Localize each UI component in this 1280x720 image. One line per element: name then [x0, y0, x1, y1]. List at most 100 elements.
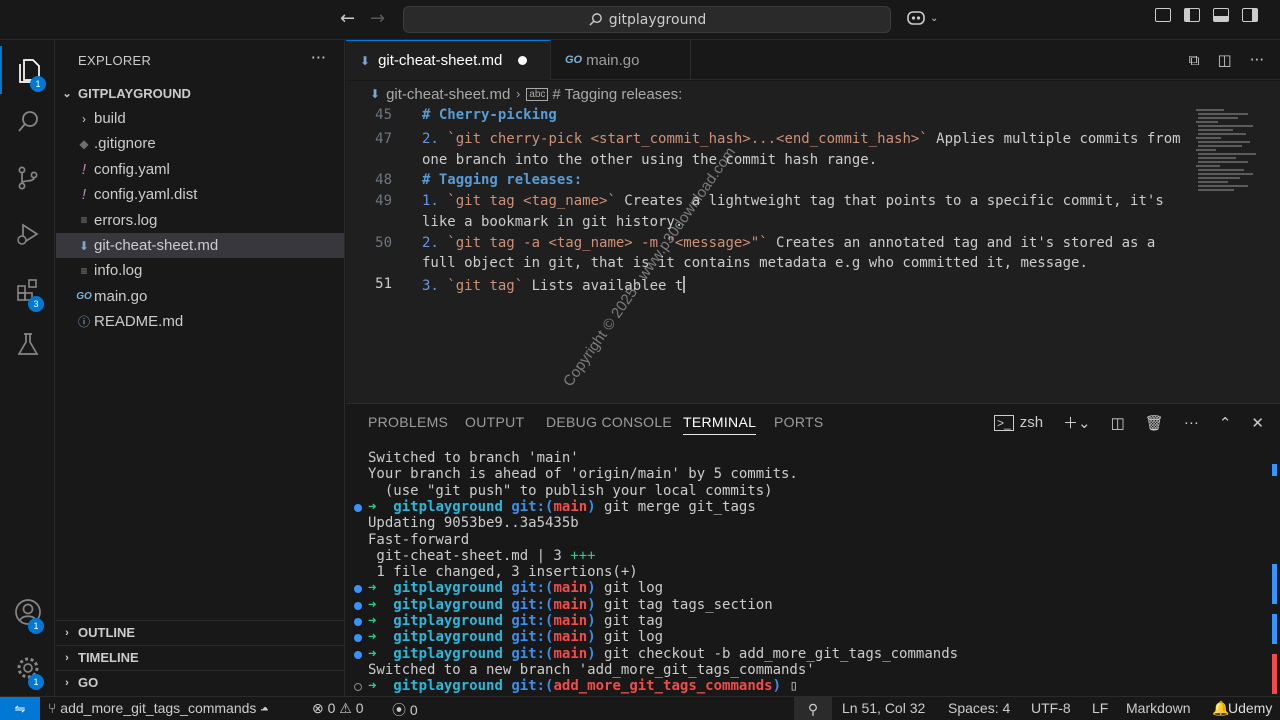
title-bar: ← → gitplayground ⌄: [0, 0, 1280, 40]
toggle-panel-icon[interactable]: [1213, 8, 1229, 22]
toggle-primary-sidebar-icon[interactable]: [1184, 8, 1200, 22]
remote-indicator[interactable]: ⇋: [0, 697, 40, 720]
branch-icon: ⑂: [48, 700, 61, 716]
trash-icon[interactable]: 🗑: [1145, 414, 1164, 432]
code-line[interactable]: 51 3. `git tag` Lists availablee t: [346, 275, 1196, 296]
terminal-line: ➜ gitplayground git:(main) git checkout …: [368, 645, 959, 662]
toggle-secondary-sidebar-icon[interactable]: [1242, 8, 1258, 22]
branch-status[interactable]: ⑂ add_more_git_tags_commands ☁: [48, 700, 269, 716]
tree-file[interactable]: ⬇ git-cheat-sheet.md: [56, 233, 344, 258]
code-line[interactable]: 50 2. `git tag -a <tag_name> -m "<message…: [346, 235, 1196, 255]
accounts-badge: 1: [28, 618, 44, 634]
open-preview-icon[interactable]: ⧉: [1189, 51, 1200, 69]
tab-debug-console[interactable]: DEBUG CONSOLE: [546, 414, 672, 430]
search-activity[interactable]: [0, 98, 55, 146]
breadcrumb-symbol[interactable]: # Tagging releases:: [552, 86, 682, 103]
forward-arrow-icon[interactable]: →: [370, 8, 385, 29]
tab-main-go[interactable]: GO main.go: [551, 40, 691, 80]
layout-controls: [1155, 8, 1258, 22]
manage-activity[interactable]: 1: [0, 644, 55, 692]
tab-ports[interactable]: PORTS: [774, 414, 823, 430]
go-section[interactable]: › GO: [56, 670, 345, 694]
run-debug-activity[interactable]: [0, 210, 55, 258]
tree-folder[interactable]: › build: [56, 106, 344, 131]
timeline-section[interactable]: › TIMELINE: [56, 645, 345, 669]
status-bar: ⇋ ⑂ add_more_git_tags_commands ☁ ⊗ 0 ⚠ 0…: [0, 696, 1280, 720]
sticky-scroll-line[interactable]: 45 # Cherry-picking: [346, 107, 1196, 127]
cursor-position[interactable]: Ln 51, Col 32: [842, 700, 925, 716]
command-decoration-icon[interactable]: [354, 618, 362, 626]
language-mode[interactable]: Markdown: [1126, 700, 1191, 716]
ports-status[interactable]: ⦿ 0: [392, 700, 418, 720]
source-control-activity[interactable]: [0, 154, 55, 202]
new-terminal-icon[interactable]: ＋⌄: [1063, 412, 1091, 433]
command-center-search[interactable]: gitplayground: [403, 6, 891, 33]
command-decoration-icon[interactable]: [354, 503, 362, 512]
problems-status[interactable]: ⊗ 0 ⚠ 0: [312, 700, 364, 717]
minimap[interactable]: [1196, 107, 1266, 197]
close-icon[interactable]: ✕: [1251, 414, 1264, 432]
split-editor-icon[interactable]: ◫: [1218, 51, 1232, 69]
testing-activity[interactable]: [0, 320, 55, 368]
search-icon: [17, 111, 38, 132]
tab-git-cheat-sheet[interactable]: ⬇ git-cheat-sheet.md: [346, 40, 551, 80]
explorer-activity[interactable]: 1: [0, 46, 55, 94]
tab-label: main.go: [586, 51, 640, 69]
tree-file[interactable]: ! config.yaml.dist: [56, 182, 344, 207]
command-decoration-icon[interactable]: [354, 683, 362, 692]
tree-file[interactable]: GO main.go: [56, 284, 344, 309]
indentation[interactable]: Spaces: 4: [948, 700, 1010, 716]
tab-problems[interactable]: PROBLEMS: [368, 414, 448, 430]
bottom-panel: PROBLEMS OUTPUT DEBUG CONSOLE TERMINAL P…: [346, 403, 1280, 696]
terminal-line: (use "git push" to publish your local co…: [368, 482, 773, 499]
more-actions-icon[interactable]: ···: [1250, 51, 1264, 69]
tree-file[interactable]: ≡ errors.log: [56, 208, 344, 233]
explorer-badge: 1: [30, 76, 46, 92]
terminal-profile[interactable]: >_ zsh: [994, 414, 1043, 431]
outline-section[interactable]: › OUTLINE: [56, 620, 345, 644]
unsaved-dot-icon[interactable]: [518, 56, 528, 65]
code-editor[interactable]: 45 # Cherry-picking 47 2. `git cherry-pick …: [346, 107, 1280, 403]
tree-item-label: build: [94, 110, 126, 127]
code-line[interactable]: 48 # Tagging releases:: [346, 172, 1196, 192]
tree-file[interactable]: ⓘ README.md: [56, 309, 344, 334]
workspace-root[interactable]: ⌄ GITPLAYGROUND: [56, 81, 345, 105]
more-actions-icon[interactable]: ···: [311, 48, 326, 67]
customize-layout-icon[interactable]: [1155, 8, 1171, 22]
zoom-icon[interactable]: ⚲: [794, 697, 832, 720]
split-terminal-icon[interactable]: ◫: [1111, 414, 1125, 432]
command-decoration-icon[interactable]: [354, 650, 362, 659]
terminal-line: Updating 9053be9..3a5435b: [368, 515, 579, 532]
code-line[interactable]: full object in git, that is it contains …: [346, 255, 1196, 275]
command-decoration-icon[interactable]: [354, 585, 362, 594]
code-text: # Cherry-picking: [422, 107, 557, 123]
notifications-icon[interactable]: 🔔: [1212, 700, 1229, 717]
tree-item-label: config.yaml: [94, 160, 170, 178]
tree-item-label: .gitignore: [94, 135, 156, 153]
tree-item-label: git-cheat-sheet.md: [94, 237, 219, 254]
maximize-panel-icon[interactable]: ⌃: [1219, 414, 1232, 432]
symbol-icon: abc: [526, 87, 549, 101]
code-line[interactable]: 47 2. `git cherry-pick <start_commit_hash…: [346, 131, 1196, 151]
code-line[interactable]: like a bookmark in git history.: [346, 214, 1196, 234]
tab-output[interactable]: OUTPUT: [465, 414, 524, 430]
code-line[interactable]: one branch into the other using the comm…: [346, 152, 1196, 172]
end-of-line[interactable]: LF: [1092, 700, 1108, 716]
extensions-activity[interactable]: 3: [0, 266, 55, 314]
file-icon: ≡: [80, 213, 88, 228]
command-decoration-icon[interactable]: [354, 634, 362, 643]
command-decoration-icon[interactable]: [354, 601, 362, 610]
tree-file[interactable]: ◆ .gitignore: [56, 131, 344, 156]
tree-file[interactable]: ≡ info.log: [56, 258, 344, 283]
back-arrow-icon[interactable]: ←: [340, 8, 355, 29]
encoding[interactable]: UTF-8: [1031, 700, 1071, 716]
accounts-activity[interactable]: 1: [0, 588, 55, 636]
tab-terminal[interactable]: TERMINAL: [683, 414, 757, 435]
tree-file[interactable]: ! config.yaml: [56, 157, 344, 182]
more-actions-icon[interactable]: ···: [1184, 414, 1199, 431]
go-file-icon: GO: [565, 54, 583, 66]
breadcrumb-file[interactable]: git-cheat-sheet.md: [386, 86, 510, 103]
code-line[interactable]: 49 1. `git tag <tag_name>` Creates a ligh…: [346, 193, 1196, 213]
copilot-menu[interactable]: ⌄: [906, 8, 938, 28]
terminal-scrollbar[interactable]: [1272, 464, 1277, 694]
